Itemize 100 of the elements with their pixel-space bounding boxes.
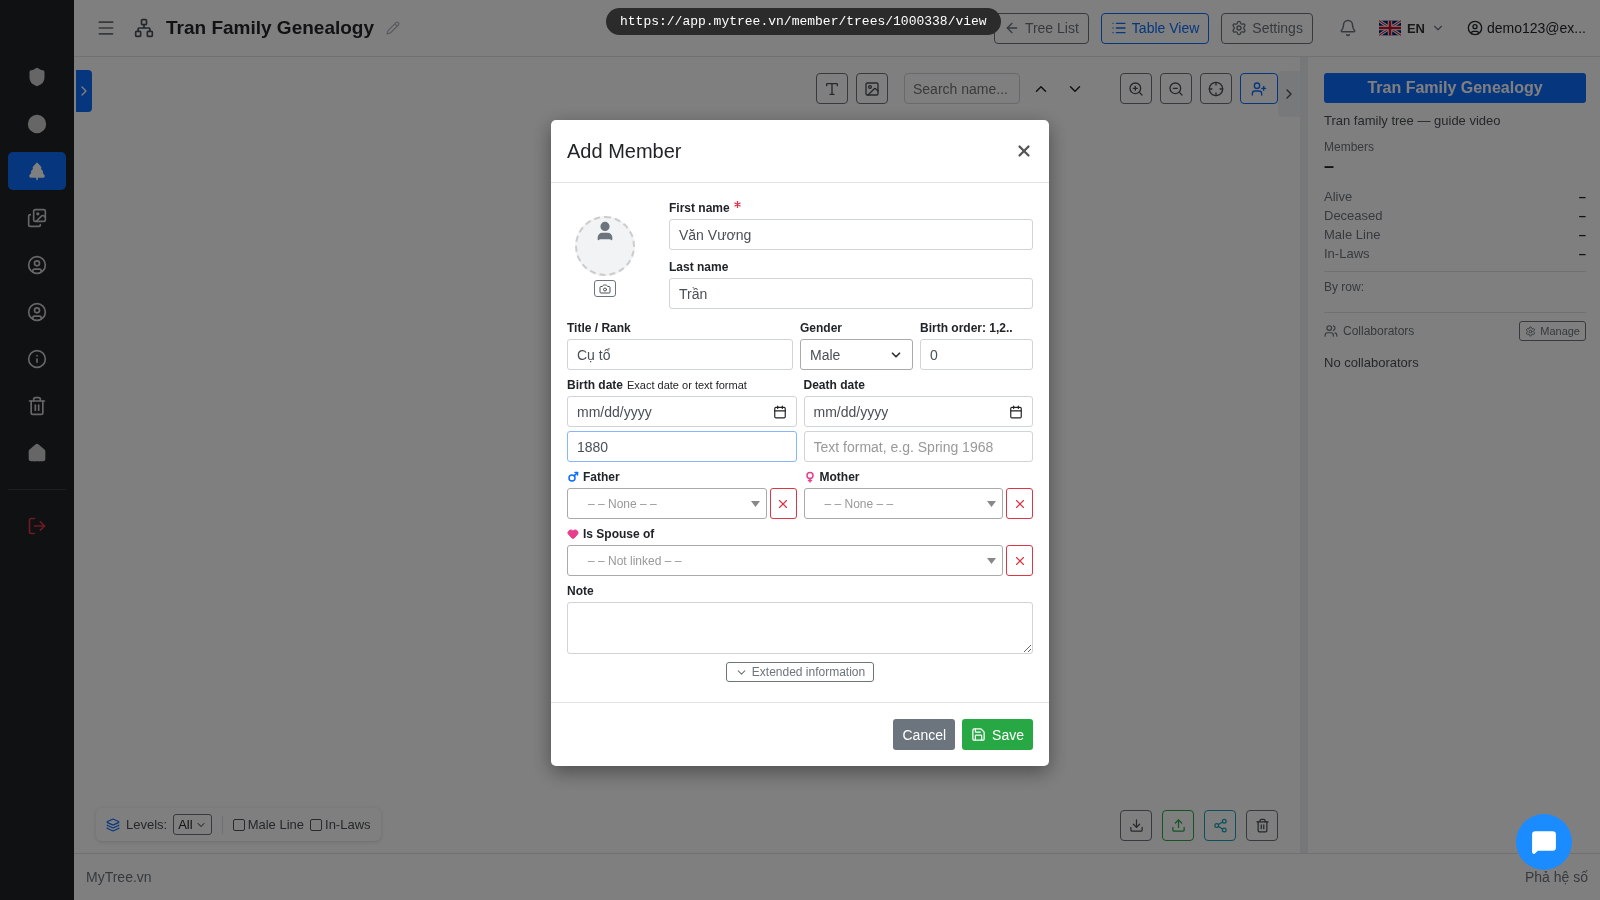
field-label: Last name — [669, 260, 730, 274]
hierarchy-icon — [134, 18, 154, 38]
female-icon — [803, 471, 816, 483]
share-button[interactable] — [1204, 810, 1236, 841]
zoom-in-icon — [1128, 80, 1144, 97]
image-tool-button[interactable] — [856, 73, 888, 104]
checkbox[interactable] — [232, 818, 245, 831]
filter-label[interactable]: Male Line — [247, 817, 305, 832]
center-button[interactable] — [1200, 73, 1232, 104]
letter-icon — [824, 80, 840, 97]
zoom-in-button[interactable] — [1120, 73, 1152, 104]
filter-label[interactable]: In-Laws — [325, 817, 371, 832]
levels-select[interactable]: All — [173, 814, 212, 835]
field-label: Gender — [800, 321, 843, 335]
download-icon — [1128, 818, 1144, 833]
clear-button[interactable] — [1006, 545, 1033, 576]
clear-button[interactable] — [769, 488, 797, 519]
chat-icon — [1531, 829, 1557, 855]
header-button[interactable]: Tree List — [993, 12, 1089, 44]
save-icon — [971, 727, 987, 742]
date-field[interactable]: mm/dd/yyyy — [567, 396, 797, 427]
title-field[interactable]: Cụ tổ — [567, 339, 793, 370]
birth-order-field[interactable]: 0 — [920, 339, 1033, 370]
gender-select[interactable]: Male — [800, 339, 913, 370]
close-icon[interactable] — [1015, 142, 1033, 160]
first-name-field[interactable]: Văn Vương — [669, 219, 1033, 250]
field-label: Birth order: 1,2.. — [920, 321, 1014, 335]
save-button[interactable]: Save — [962, 719, 1033, 750]
share-icon — [1212, 818, 1228, 833]
members-count: – — [1324, 156, 1335, 177]
edit-icon[interactable] — [386, 21, 401, 35]
header-button[interactable]: Settings — [1221, 12, 1313, 44]
field-label: Title / Rank — [567, 321, 632, 335]
delete-button[interactable] — [1246, 810, 1278, 841]
user-plus-icon — [1251, 80, 1267, 97]
upload-button[interactable] — [1162, 810, 1194, 841]
camera-icon — [599, 282, 611, 295]
clear-button[interactable] — [1006, 488, 1033, 519]
death-text-field[interactable]: Text format, e.g. Spring 1968 — [803, 431, 1033, 462]
menu-icon[interactable] — [96, 18, 116, 38]
text-tool-button[interactable] — [816, 73, 848, 104]
label-text: Father — [583, 470, 620, 484]
label-text: Is Spouse of — [583, 527, 655, 541]
parent-select[interactable]: – – None – – — [567, 488, 767, 519]
spouse-select[interactable]: – – Not linked – – — [567, 545, 1003, 576]
crosshair-icon — [1208, 80, 1224, 97]
dialog-title: Add Member — [567, 139, 682, 163]
manage-button[interactable]: Manage — [1519, 321, 1586, 341]
field-label: First name — [669, 201, 730, 215]
zoom-out-button[interactable] — [1160, 73, 1192, 104]
cancel-button[interactable]: Cancel — [893, 719, 956, 750]
birth-text-field[interactable]: 1880 — [567, 431, 797, 462]
download-button[interactable] — [1120, 810, 1152, 841]
stat-value: – — [1578, 208, 1586, 223]
parent-select[interactable]: – – None – – — [803, 488, 1003, 519]
layers-icon — [106, 817, 120, 832]
user-name[interactable]: demo123@ex... — [1486, 20, 1586, 36]
date-field[interactable]: mm/dd/yyyy — [803, 396, 1033, 427]
field-label: Death date — [803, 378, 866, 392]
add-person-button[interactable] — [1240, 73, 1278, 104]
gear-icon — [1231, 20, 1248, 36]
field-label: Birth date — [567, 378, 623, 392]
expand-tab[interactable] — [76, 70, 92, 112]
stat-label: Deceased — [1324, 208, 1383, 223]
label-text: Mother — [819, 470, 860, 484]
user-icon — [1466, 20, 1483, 36]
header-button[interactable]: Table View — [1100, 12, 1210, 44]
url-text: https://app.mytree.vn/member/trees/1000338/view — [606, 8, 1001, 35]
stat-label: Male Line — [1324, 227, 1381, 242]
image-icon — [864, 80, 880, 97]
checkbox[interactable] — [310, 818, 323, 831]
search-field[interactable]: Search name... — [904, 73, 1020, 104]
no-collaborators-text: No collaborators — [1324, 355, 1420, 370]
note-field[interactable] — [567, 602, 1033, 654]
page-title: Tran Family Genealogy — [166, 17, 375, 39]
users-icon — [1324, 324, 1338, 338]
collapse-tab[interactable] — [1278, 71, 1300, 117]
gear-icon — [1525, 325, 1537, 337]
heart-icon — [567, 528, 579, 540]
list-icon — [1110, 20, 1127, 36]
panel-subtitle: Tran family tree — guide video — [1324, 113, 1502, 128]
panel-title: Tran Family Genealogy — [1324, 73, 1586, 103]
hint-text: Exact date or text format — [627, 379, 747, 391]
trash-icon — [1254, 818, 1270, 833]
caret-icon — [987, 557, 996, 564]
extended-info-button[interactable]: Extended information — [725, 662, 875, 682]
footer-text: Phả hệ số — [1524, 869, 1588, 885]
members-label: Members — [1324, 140, 1375, 154]
bell-icon[interactable] — [1338, 19, 1357, 37]
tree-icon[interactable] — [8, 152, 66, 190]
uk-flag-icon — [1378, 20, 1401, 36]
last-name-field[interactable]: Trần — [669, 278, 1033, 309]
by-row-label: By row: — [1324, 280, 1365, 294]
levels-label: Levels: — [126, 817, 168, 832]
footer-brand[interactable]: MyTree.vn — [86, 869, 152, 885]
language-label[interactable]: EN — [1406, 20, 1425, 36]
stat-label: In-Laws — [1324, 246, 1370, 261]
field-label: Note — [567, 584, 595, 598]
calendar-icon — [772, 404, 787, 419]
camera-button[interactable] — [594, 280, 616, 297]
